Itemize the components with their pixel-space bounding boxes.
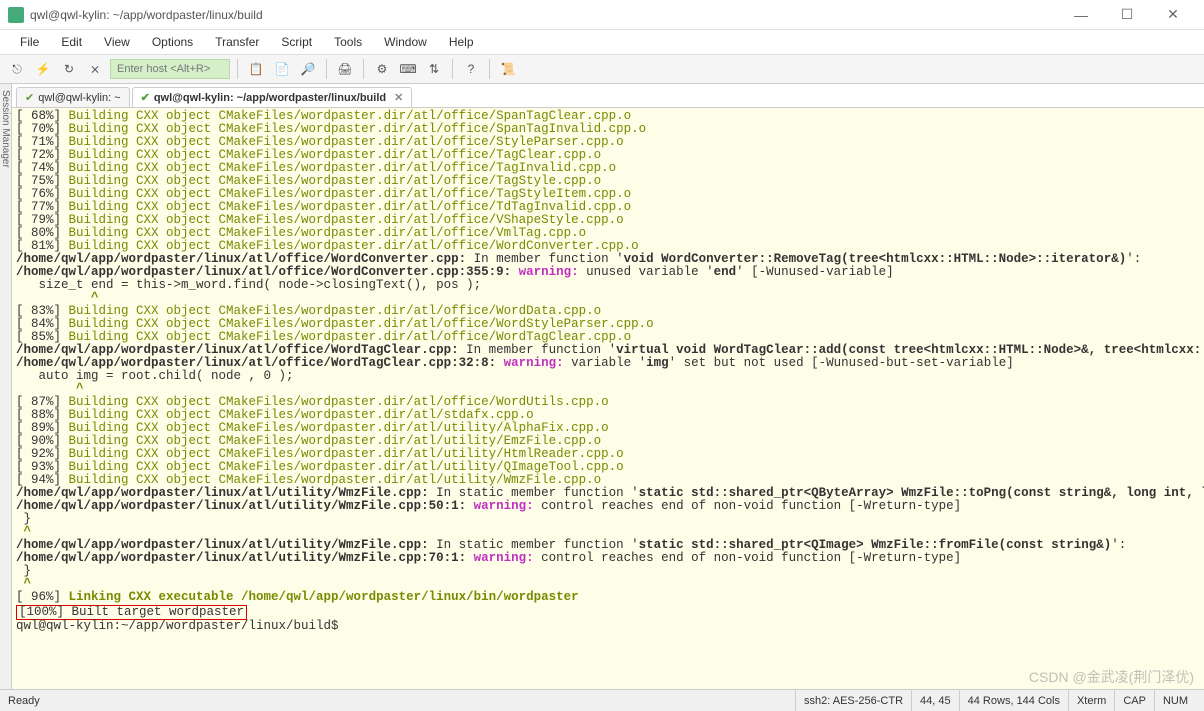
- print-icon[interactable]: 🖨: [334, 58, 356, 80]
- keymap-icon[interactable]: ⌨: [397, 58, 419, 80]
- menu-script[interactable]: Script: [271, 32, 322, 52]
- status-cursor: 44, 45: [911, 690, 959, 711]
- separator: [452, 59, 453, 79]
- paste-icon[interactable]: 📄: [271, 58, 293, 80]
- menu-help[interactable]: Help: [439, 32, 484, 52]
- menu-file[interactable]: File: [10, 32, 49, 52]
- copy-icon[interactable]: 📋: [245, 58, 267, 80]
- status-ready: Ready: [8, 695, 40, 707]
- tab-session-2[interactable]: ✔ qwl@qwl-kylin: ~/app/wordpaster/linux/…: [132, 87, 413, 107]
- separator: [489, 59, 490, 79]
- maximize-button[interactable]: ☐: [1104, 0, 1150, 30]
- help-icon[interactable]: ?: [460, 58, 482, 80]
- tab-label: qwl@qwl-kylin: ~/app/wordpaster/linux/bu…: [154, 92, 386, 104]
- menu-bar: File Edit View Options Transfer Script T…: [0, 30, 1204, 54]
- separator: [363, 59, 364, 79]
- status-bar: Ready ssh2: AES-256-CTR 44, 45 44 Rows, …: [0, 689, 1204, 711]
- disconnect-icon[interactable]: ⨯: [84, 58, 106, 80]
- app-icon: [8, 7, 24, 23]
- tab-session-1[interactable]: ✔ qwl@qwl-kylin: ~: [16, 87, 130, 107]
- status-xterm: Xterm: [1068, 690, 1114, 711]
- close-button[interactable]: ✕: [1150, 0, 1196, 30]
- session-manager-sidebar[interactable]: Session Manager: [0, 84, 12, 689]
- status-caps: CAP: [1114, 690, 1154, 711]
- check-icon: ✔: [141, 91, 150, 104]
- menu-tools[interactable]: Tools: [324, 32, 372, 52]
- script-icon[interactable]: 📜: [497, 58, 519, 80]
- quick-connect-icon[interactable]: ⚡: [32, 58, 54, 80]
- tab-label: qwl@qwl-kylin: ~: [38, 92, 120, 104]
- tab-close-icon[interactable]: ✕: [394, 91, 403, 104]
- minimize-button[interactable]: —: [1058, 0, 1104, 30]
- menu-transfer[interactable]: Transfer: [205, 32, 269, 52]
- find-icon[interactable]: 🔎: [297, 58, 319, 80]
- status-size: 44 Rows, 144 Cols: [959, 690, 1068, 711]
- transfer-icon[interactable]: ⇅: [423, 58, 445, 80]
- reconnect-icon[interactable]: ↻: [58, 58, 80, 80]
- settings-icon[interactable]: ⚙: [371, 58, 393, 80]
- status-ssh: ssh2: AES-256-CTR: [795, 690, 911, 711]
- menu-window[interactable]: Window: [374, 32, 437, 52]
- separator: [237, 59, 238, 79]
- window-title: qwl@qwl-kylin: ~/app/wordpaster/linux/bu…: [30, 8, 1058, 22]
- session-icon[interactable]: ⎋: [6, 58, 28, 80]
- menu-edit[interactable]: Edit: [51, 32, 92, 52]
- status-num: NUM: [1154, 690, 1196, 711]
- menu-view[interactable]: View: [94, 32, 140, 52]
- menu-options[interactable]: Options: [142, 32, 203, 52]
- host-input[interactable]: Enter host <Alt+R>: [110, 59, 230, 79]
- toolbar: ⎋ ⚡ ↻ ⨯ Enter host <Alt+R> 📋 📄 🔎 🖨 ⚙ ⌨ ⇅…: [0, 54, 1204, 84]
- tab-bar: ✔ qwl@qwl-kylin: ~ ✔ qwl@qwl-kylin: ~/ap…: [12, 84, 1204, 108]
- check-icon: ✔: [25, 91, 34, 104]
- title-bar: qwl@qwl-kylin: ~/app/wordpaster/linux/bu…: [0, 0, 1204, 30]
- separator: [326, 59, 327, 79]
- terminal-output[interactable]: [ 68%] Building CXX object CMakeFiles/wo…: [12, 108, 1204, 689]
